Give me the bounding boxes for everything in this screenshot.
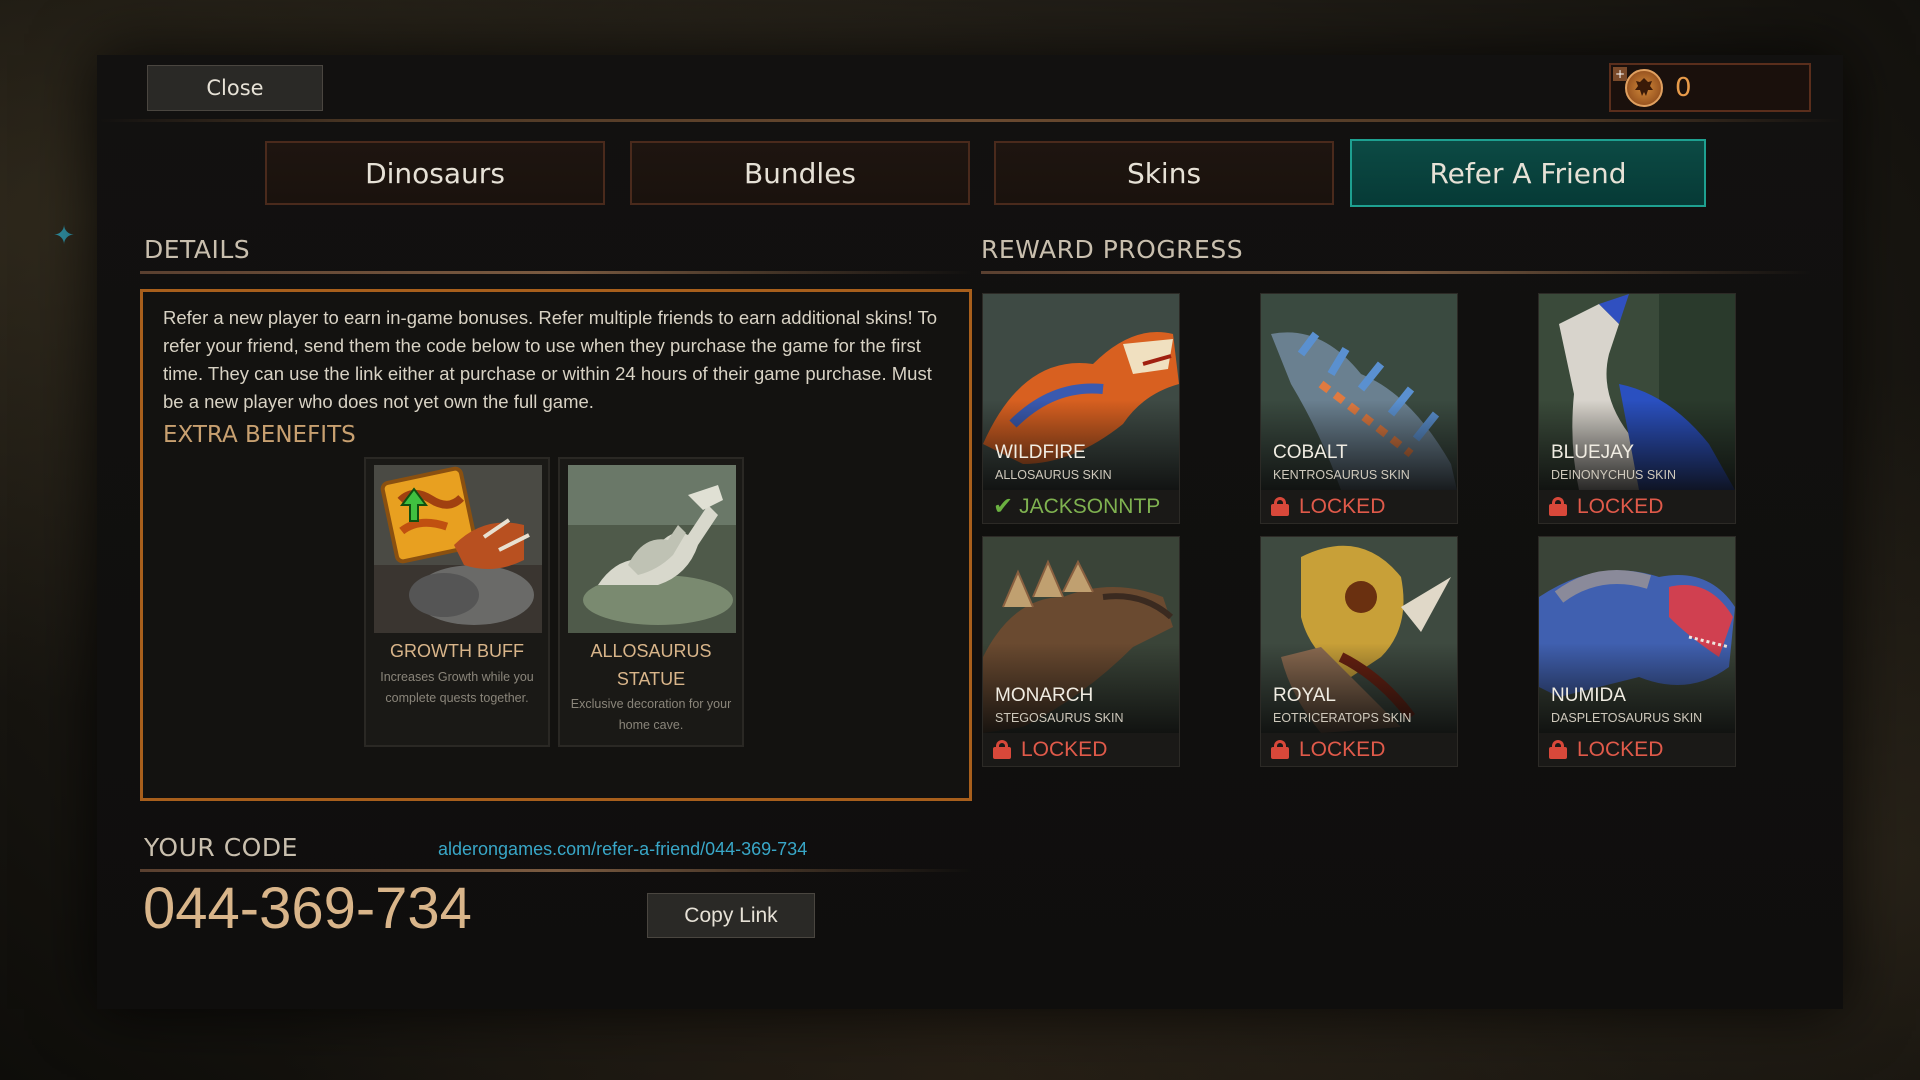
- reward-name: ROYAL: [1273, 685, 1337, 706]
- reward-skin: ALLOSAURUS SKIN: [995, 468, 1112, 482]
- reward-status: LOCKED: [983, 733, 1179, 766]
- reward-name: MONARCH: [995, 685, 1094, 706]
- reward-skin: KENTROSAURUS SKIN: [1273, 468, 1410, 482]
- reward-progress-title: REWARD PROGRESS: [981, 235, 1244, 264]
- lock-icon: [1271, 497, 1289, 516]
- your-code-divider: [140, 869, 972, 872]
- referral-link[interactable]: alderongames.com/refer-a-friend/044-369-…: [438, 839, 807, 860]
- reward-status-text: LOCKED: [1299, 494, 1386, 518]
- benefit-desc: Exclusive decoration for your home cave.: [570, 697, 732, 732]
- reward-status-text: LOCKED: [1577, 737, 1664, 761]
- close-button[interactable]: Close: [147, 65, 323, 111]
- store-panel: Close + 0 Dinosaurs Bundles Skins Refer …: [97, 55, 1843, 1009]
- reward-name: COBALT: [1273, 442, 1348, 463]
- growth-buff-image: [374, 465, 542, 633]
- reward-card-monarch[interactable]: MONARCH STEGOSAURUS SKIN LOCKED: [982, 536, 1180, 767]
- details-title: DETAILS: [144, 235, 251, 264]
- referral-code: 044-369-734: [143, 876, 472, 941]
- lock-icon: [1271, 740, 1289, 759]
- reward-name: WILDFIRE: [995, 442, 1086, 463]
- details-divider: [140, 271, 972, 274]
- reward-status: LOCKED: [1261, 733, 1457, 766]
- reward-card-wildfire[interactable]: WILDFIRE ALLOSAURUS SKIN ✔ JACKSONNTP: [982, 293, 1180, 524]
- reward-card-numida[interactable]: NUMIDA DASPLETOSAURUS SKIN LOCKED: [1538, 536, 1736, 767]
- details-body: Refer a new player to earn in-game bonus…: [163, 307, 937, 412]
- reward-name: BLUEJAY: [1551, 442, 1635, 463]
- reward-status-text: LOCKED: [1299, 737, 1386, 761]
- lock-icon: [1549, 740, 1567, 759]
- compass-icon[interactable]: ✦: [50, 222, 78, 250]
- reward-status-text: JACKSONNTP: [1019, 494, 1161, 518]
- details-box: Refer a new player to earn in-game bonus…: [140, 289, 972, 801]
- reward-status-text: LOCKED: [1021, 737, 1108, 761]
- benefit-name: GROWTH BUFF: [390, 641, 524, 661]
- dinosaur-coin-icon: [1625, 68, 1663, 107]
- reward-progress-divider: [981, 271, 1811, 274]
- reward-status-text: LOCKED: [1577, 494, 1664, 518]
- tab-refer-a-friend[interactable]: Refer A Friend: [1350, 139, 1706, 207]
- extra-benefits-title: EXTRA BENEFITS: [163, 422, 356, 448]
- tab-dinosaurs[interactable]: Dinosaurs: [265, 141, 605, 205]
- lock-icon: [993, 740, 1011, 759]
- reward-skin: EOTRICERATOPS SKIN: [1273, 711, 1412, 725]
- benefit-growth-buff: GROWTH BUFF Increases Growth while you c…: [364, 457, 550, 747]
- lock-icon: [1549, 497, 1567, 516]
- reward-name: NUMIDA: [1551, 685, 1626, 706]
- reward-card-bluejay[interactable]: BLUEJAY DEINONYCHUS SKIN LOCKED: [1538, 293, 1736, 524]
- benefit-desc: Increases Growth while you complete ques…: [380, 670, 534, 705]
- your-code-title: YOUR CODE: [144, 833, 298, 862]
- reward-status: LOCKED: [1261, 490, 1457, 523]
- add-currency-icon[interactable]: +: [1613, 67, 1627, 81]
- benefit-name: ALLOSAURUS STATUE: [590, 641, 712, 689]
- reward-status: ✔ JACKSONNTP: [983, 490, 1179, 523]
- tab-skins[interactable]: Skins: [994, 141, 1334, 205]
- store-tabs: Dinosaurs Bundles Skins Refer A Friend: [97, 139, 1843, 209]
- reward-skin: DASPLETOSAURUS SKIN: [1551, 711, 1703, 725]
- reward-status: LOCKED: [1539, 733, 1735, 766]
- reward-skin: DEINONYCHUS SKIN: [1551, 468, 1677, 482]
- reward-card-royal[interactable]: ROYAL EOTRICERATOPS SKIN LOCKED: [1260, 536, 1458, 767]
- reward-card-cobalt[interactable]: COBALT KENTROSAURUS SKIN LOCKED: [1260, 293, 1458, 524]
- header-divider: [97, 119, 1843, 122]
- allosaurus-statue-image: [568, 465, 736, 633]
- copy-link-button[interactable]: Copy Link: [647, 893, 815, 938]
- reward-skin: STEGOSAURUS SKIN: [995, 711, 1124, 725]
- checkmark-icon: ✔: [993, 493, 1014, 520]
- reward-status: LOCKED: [1539, 490, 1735, 523]
- currency-display[interactable]: + 0: [1609, 63, 1811, 112]
- tab-bundles[interactable]: Bundles: [630, 141, 970, 205]
- benefit-allosaurus-statue: ALLOSAURUS STATUE Exclusive decoration f…: [558, 457, 744, 747]
- currency-amount: 0: [1675, 72, 1692, 103]
